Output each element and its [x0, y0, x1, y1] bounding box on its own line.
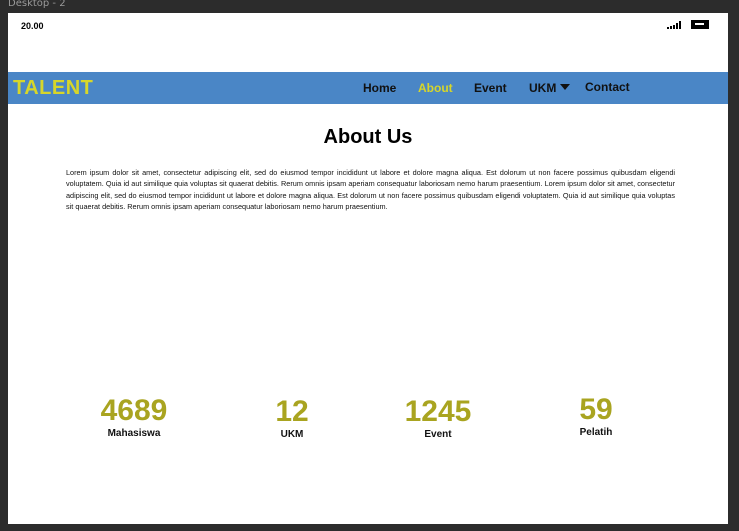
desktop-frame: 20.00 TALENT Home About Event UKM Contac… — [8, 13, 728, 524]
about-paragraph: Lorem ipsum dolor sit amet, consectetur … — [66, 168, 675, 212]
nav-item-label: Contact — [585, 80, 630, 94]
status-icons — [667, 17, 709, 29]
nav-item-label: Event — [474, 81, 507, 95]
nav-item-home[interactable]: Home — [363, 81, 396, 95]
brand-logo[interactable]: TALENT — [13, 77, 93, 100]
stat-pelatih: 59 Pelatih — [562, 393, 630, 439]
stat-label: Pelatih — [579, 427, 613, 438]
nav-item-label: About — [418, 81, 453, 95]
status-time: 20.00 — [21, 21, 44, 31]
signal-icon — [667, 21, 681, 29]
stat-value: 59 — [579, 393, 613, 426]
nav-item-about[interactable]: About — [418, 81, 453, 95]
nav-item-contact[interactable]: Contact — [585, 80, 630, 94]
stat-label: Event — [424, 429, 452, 440]
stat-ukm: 12 UKM — [256, 395, 328, 441]
stat-label: Mahasiswa — [107, 428, 161, 439]
stat-value: 1245 — [404, 395, 472, 428]
stat-mahasiswa: 4689 Mahasiswa — [88, 394, 180, 440]
navbar: TALENT Home About Event UKM Contact — [8, 72, 728, 104]
frame-label: Desktop - 2 — [8, 0, 66, 9]
nav-item-label: UKM — [529, 81, 557, 95]
battery-icon — [691, 20, 709, 29]
stat-event: 1245 Event — [394, 395, 482, 441]
nav-item-ukm[interactable]: UKM — [529, 81, 571, 95]
stat-value: 4689 — [100, 394, 168, 427]
nav-item-event[interactable]: Event — [474, 81, 507, 95]
nav-item-label: Home — [363, 81, 397, 95]
stat-value: 12 — [275, 395, 309, 428]
page-title: About Us — [323, 126, 413, 148]
chevron-down-icon — [560, 84, 571, 90]
stat-label: UKM — [280, 429, 304, 440]
